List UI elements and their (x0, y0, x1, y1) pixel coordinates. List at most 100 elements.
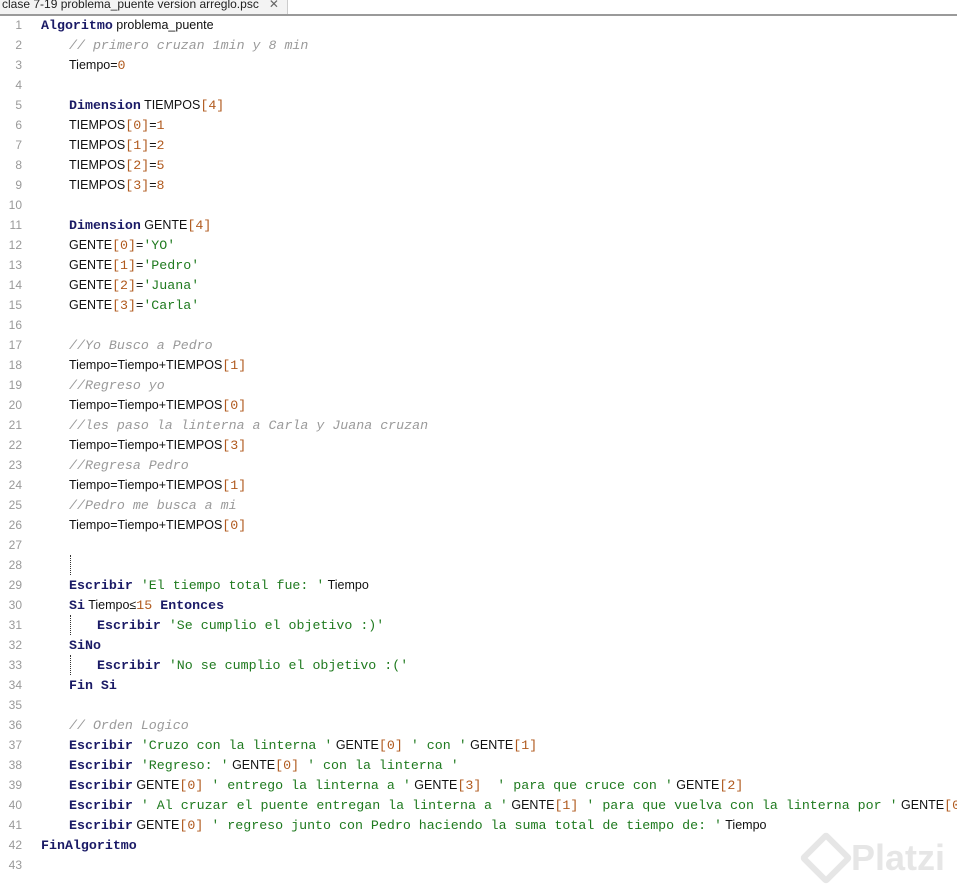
token-id: TIEMPOS (69, 158, 126, 172)
token-num: [1] (513, 738, 538, 753)
token-num: 0 (117, 58, 126, 73)
line-number: 20 (8, 398, 22, 412)
code-line[interactable]: 14 GENTE[2]='Juana' (0, 275, 957, 295)
token-id: = (149, 178, 157, 192)
code-line[interactable]: 5 Dimension TIEMPOS[4] (0, 95, 957, 115)
line-text: SiNo (69, 635, 101, 656)
line-number: 17 (8, 338, 22, 352)
code-line[interactable]: 15 GENTE[3]='Carla' (0, 295, 957, 315)
code-line[interactable]: 25 //Pedro me busca a mi (0, 495, 957, 515)
code-line[interactable]: 26 Tiempo=Tiempo+TIEMPOS[0] (0, 515, 957, 535)
token-num: [4] (187, 218, 212, 233)
line-number: 11 (9, 218, 22, 232)
line-text: Tiempo=0 (69, 55, 126, 76)
line-text: TIEMPOS[3]=8 (69, 175, 165, 196)
code-editor[interactable]: 1 Algoritmo problema_puente 2 // primero cr… (0, 15, 957, 875)
line-text: GENTE[0]='YO' (69, 235, 175, 256)
code-line[interactable]: 38 Escribir 'Regreso: ' GENTE[0] ' con la… (0, 755, 957, 775)
code-line[interactable]: 13 GENTE[1]='Pedro' (0, 255, 957, 275)
code-line[interactable]: 10 (0, 195, 957, 215)
token-id: GENTE (897, 798, 945, 812)
code-line[interactable]: 4 (0, 75, 957, 95)
code-line[interactable]: 3 Tiempo=0 (0, 55, 957, 75)
line-number: 31 (8, 618, 22, 632)
line-number: 3 (15, 58, 22, 72)
line-number: 19 (8, 378, 22, 392)
code-line[interactable]: 24 Tiempo=Tiempo+TIEMPOS[1] (0, 475, 957, 495)
token-str: 'Regreso: ' (132, 758, 229, 773)
code-line[interactable]: 29 Escribir 'El tiempo total fue: ' Tiemp… (0, 575, 957, 595)
line-number: 41 (8, 818, 22, 832)
code-line[interactable]: 18 Tiempo=Tiempo+TIEMPOS[1] (0, 355, 957, 375)
code-line[interactable]: 35 (0, 695, 957, 715)
line-text: GENTE[2]='Juana' (69, 275, 199, 296)
code-line[interactable]: 34 Fin Si (0, 675, 957, 695)
line-number: 10 (8, 198, 22, 212)
line-number: 35 (8, 698, 22, 712)
token-id: Tiempo=Tiempo+TIEMPOS (69, 518, 223, 532)
line-number: 8 (15, 158, 22, 172)
code-line[interactable]: 31 Escribir 'Se cumplio el objetivo :)' (0, 615, 957, 635)
token-id: TIEMPOS (69, 138, 126, 152)
line-number: 37 (8, 738, 22, 752)
code-line[interactable]: 36 // Orden Logico (0, 715, 957, 735)
file-tab[interactable]: clase 7-19 problema_puente version arreg… (0, 0, 288, 14)
code-line[interactable]: 2 // primero cruzan 1min y 8 min (0, 35, 957, 55)
code-line[interactable]: 9 TIEMPOS[3]=8 (0, 175, 957, 195)
code-line[interactable]: 6 TIEMPOS[0]=1 (0, 115, 957, 135)
code-line[interactable]: 21 //les paso la linterna a Carla y Juana… (0, 415, 957, 435)
token-id: TIEMPOS (69, 118, 126, 132)
code-line[interactable]: 28 (0, 555, 957, 575)
line-number: 42 (8, 838, 22, 852)
line-text: Escribir 'No se cumplio el objetivo :(' (97, 655, 408, 676)
token-str: ' con la linterna ' (299, 758, 459, 773)
code-line[interactable]: 33 Escribir 'No se cumplio el objetivo :(… (0, 655, 957, 675)
code-line[interactable]: 30 Si Tiempo≤15 Entonces (0, 595, 957, 615)
platzi-logo-icon (799, 831, 853, 885)
line-number: 21 (8, 418, 22, 432)
token-num: [0] (179, 818, 204, 833)
token-str: ' para que vuelva con la linterna por ' (578, 798, 898, 813)
line-text: TIEMPOS[2]=5 (69, 155, 165, 176)
token-kw: Si (69, 598, 85, 613)
code-line[interactable]: 8 TIEMPOS[2]=5 (0, 155, 957, 175)
token-kw: Escribir (69, 818, 133, 833)
code-line[interactable]: 17 //Yo Busco a Pedro (0, 335, 957, 355)
token-num: [3] (222, 438, 247, 453)
token-num: 2 (156, 138, 165, 153)
code-line[interactable]: 20 Tiempo=Tiempo+TIEMPOS[0] (0, 395, 957, 415)
indent-guide (70, 555, 71, 575)
code-line[interactable]: 41 Escribir GENTE[0] ' regreso junto con … (0, 815, 957, 835)
code-line[interactable]: 19 //Regreso yo (0, 375, 957, 395)
line-text: Dimension TIEMPOS[4] (69, 95, 224, 116)
code-line[interactable]: 37 Escribir 'Cruzo con la linterna ' GENT… (0, 735, 957, 755)
line-text: Escribir GENTE[0] ' regreso junto con Pe… (69, 815, 766, 836)
code-line[interactable]: 11 Dimension GENTE[4] (0, 215, 957, 235)
token-num: [1] (112, 258, 137, 273)
token-num: [4] (200, 98, 225, 113)
line-number: 27 (8, 538, 22, 552)
code-line[interactable]: 7 TIEMPOS[1]=2 (0, 135, 957, 155)
token-kw: Escribir (69, 578, 133, 593)
code-line[interactable]: 32 SiNo (0, 635, 957, 655)
close-icon[interactable]: ✕ (269, 0, 279, 11)
code-line[interactable]: 27 (0, 535, 957, 555)
token-kw: Escribir (97, 618, 161, 633)
token-id: GENTE (69, 258, 113, 272)
code-line[interactable]: 22 Tiempo=Tiempo+TIEMPOS[3] (0, 435, 957, 455)
line-number: 6 (15, 118, 22, 132)
token-num: [3] (457, 778, 482, 793)
token-id: GENTE (69, 238, 113, 252)
line-number: 14 (8, 278, 22, 292)
line-text: Escribir 'El tiempo total fue: ' Tiempo (69, 575, 369, 596)
line-number: 32 (8, 638, 22, 652)
code-line[interactable]: 1 Algoritmo problema_puente (0, 15, 957, 35)
token-num: [2] (125, 158, 150, 173)
line-number: 38 (8, 758, 22, 772)
token-kw: Escribir (97, 658, 161, 673)
code-line[interactable]: 12 GENTE[0]='YO' (0, 235, 957, 255)
code-line[interactable]: 23 //Regresa Pedro (0, 455, 957, 475)
code-line[interactable]: 39 Escribir GENTE[0] ' entrego la lintern… (0, 775, 957, 795)
code-line[interactable]: 40 Escribir ' Al cruzar el puente entrega… (0, 795, 957, 815)
code-line[interactable]: 16 (0, 315, 957, 335)
